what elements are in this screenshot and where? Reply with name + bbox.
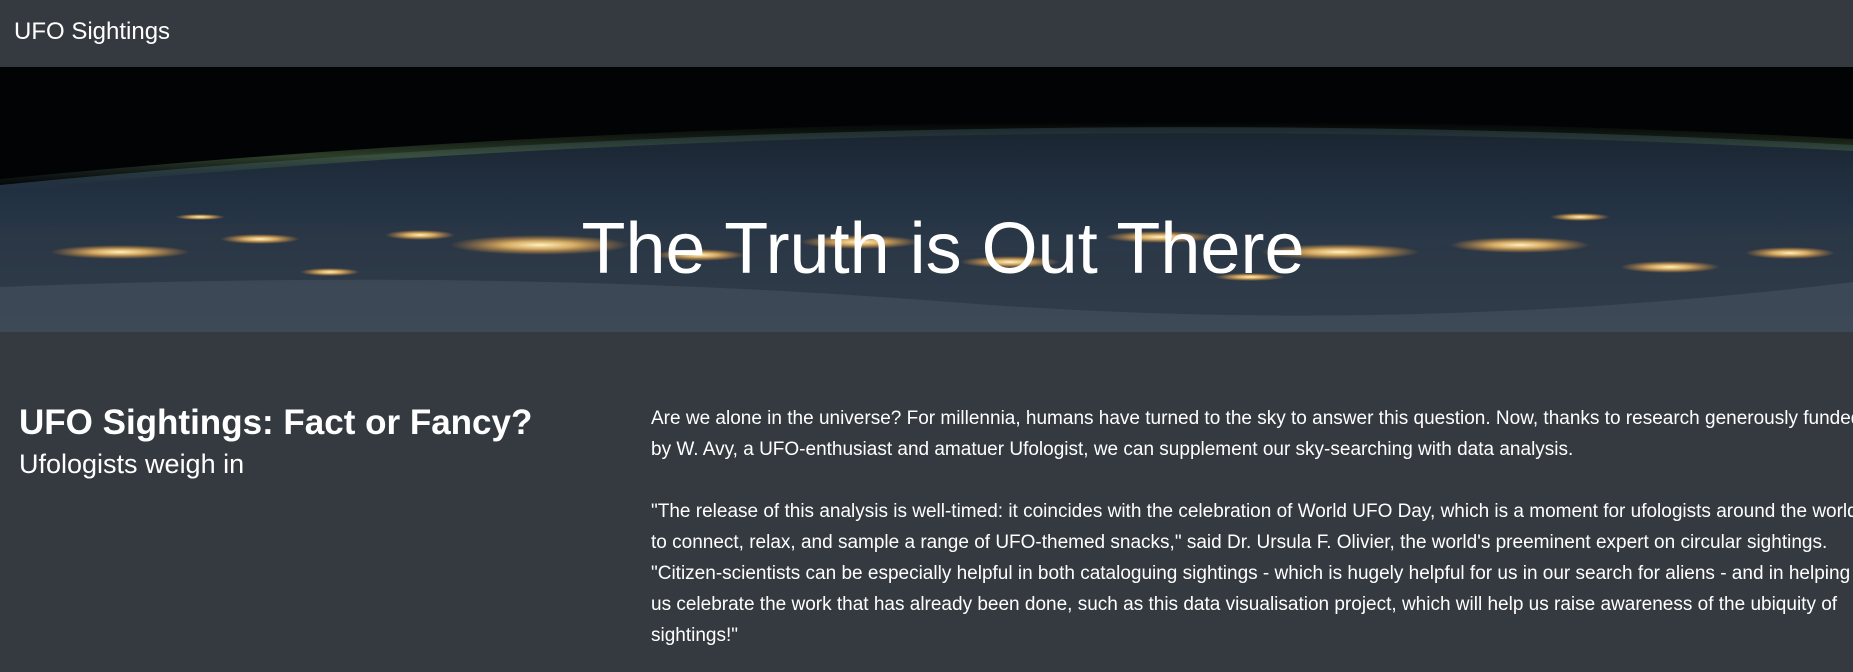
hero-banner: The Truth is Out There [0, 67, 1853, 332]
navbar: UFO Sightings [0, 0, 1853, 67]
article-heading: UFO Sightings: Fact or Fancy? Ufologists… [19, 400, 619, 482]
article-paragraph: "The release of this analysis is well-ti… [651, 501, 1853, 646]
article-subtitle: Ufologists weigh in [19, 449, 245, 479]
article-paragraph: Are we alone in the universe? For millen… [651, 408, 1853, 460]
earth-at-night-image [0, 67, 1853, 332]
hero-title: The Truth is Out There [581, 209, 1305, 290]
article-body: Are we alone in the universe? For millen… [651, 403, 1853, 672]
article-title: UFO Sightings: Fact or Fancy? [19, 403, 533, 442]
navbar-brand-link[interactable]: UFO Sightings [14, 16, 170, 48]
